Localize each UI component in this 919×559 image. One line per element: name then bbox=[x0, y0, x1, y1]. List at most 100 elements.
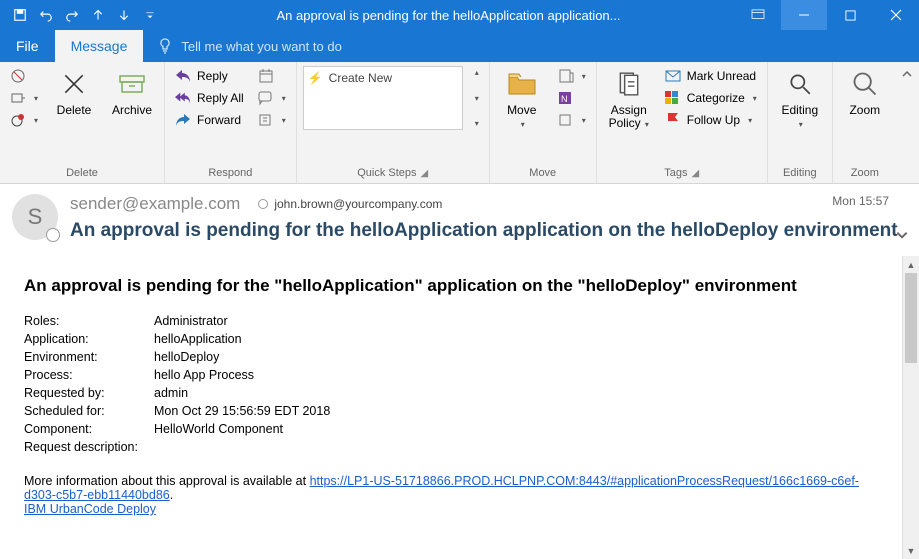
find-icon bbox=[784, 68, 816, 100]
window-title: An approval is pending for the helloAppl… bbox=[162, 8, 735, 23]
chat-icon bbox=[258, 90, 274, 106]
group-zoom: Zoom Zoom bbox=[833, 62, 897, 183]
forward-icon bbox=[175, 112, 191, 128]
move-icon bbox=[506, 68, 538, 100]
more-respond-button[interactable]: ▾ bbox=[254, 110, 290, 130]
maximize-button[interactable] bbox=[827, 0, 873, 30]
save-icon[interactable] bbox=[8, 3, 32, 27]
ribbon-tabs: File Message Tell me what you want to do bbox=[0, 30, 919, 62]
cleanup-button[interactable]: ▾ bbox=[6, 88, 42, 108]
group-delete: ▾ ▾ Delete Archive Delete bbox=[0, 62, 165, 183]
reply-all-icon bbox=[175, 90, 191, 106]
delete-icon bbox=[58, 68, 90, 100]
tab-file[interactable]: File bbox=[0, 30, 55, 62]
quick-access-toolbar bbox=[0, 3, 162, 27]
tab-message[interactable]: Message bbox=[55, 30, 144, 62]
mark-unread-button[interactable]: Mark Unread bbox=[661, 66, 761, 86]
assign-policy-button[interactable]: Assign Policy ▾ bbox=[603, 66, 655, 130]
quicksteps-up[interactable]: ▴ bbox=[469, 66, 483, 79]
next-item-icon[interactable] bbox=[112, 3, 136, 27]
reply-button[interactable]: Reply bbox=[171, 66, 248, 86]
reply-icon bbox=[175, 68, 191, 84]
ribbon: ▾ ▾ Delete Archive Delete Reply Reply Al… bbox=[0, 62, 919, 184]
vertical-scrollbar[interactable]: ▲ ▼ bbox=[902, 256, 919, 559]
redo-icon[interactable] bbox=[60, 3, 84, 27]
onenote-button[interactable]: N bbox=[554, 88, 590, 108]
ignore-button[interactable] bbox=[6, 66, 42, 86]
tell-me-search[interactable]: Tell me what you want to do bbox=[143, 30, 341, 62]
group-label-tags: Tags bbox=[664, 167, 687, 179]
more-icon bbox=[258, 112, 274, 128]
ribbon-display-icon[interactable] bbox=[735, 0, 781, 30]
titlebar: An approval is pending for the helloAppl… bbox=[0, 0, 919, 30]
ignore-icon bbox=[10, 68, 26, 84]
prev-item-icon[interactable] bbox=[86, 3, 110, 27]
received-time: Mon 15:57 bbox=[832, 194, 889, 208]
svg-text:N: N bbox=[561, 94, 568, 104]
zoom-button[interactable]: Zoom bbox=[839, 66, 891, 117]
minimize-button[interactable] bbox=[781, 0, 827, 30]
zoom-icon bbox=[849, 68, 881, 100]
expand-header-icon[interactable] bbox=[895, 228, 909, 245]
message-header: S sender@example.com john.brown@yourcomp… bbox=[0, 184, 919, 256]
scroll-up-icon[interactable]: ▲ bbox=[903, 256, 919, 273]
quickstep-create-new: Create New bbox=[329, 71, 392, 85]
archive-icon bbox=[116, 68, 148, 100]
scroll-thumb[interactable] bbox=[905, 273, 917, 363]
group-move: Move▾ ▾ N ▾ Move bbox=[490, 62, 597, 183]
group-label-delete: Delete bbox=[0, 165, 164, 183]
cleanup-icon bbox=[10, 90, 26, 106]
group-respond: Reply Reply All Forward ▾ ▾ Respond bbox=[165, 62, 297, 183]
scroll-down-icon[interactable]: ▼ bbox=[903, 542, 919, 559]
window-controls bbox=[735, 0, 919, 30]
group-label-move: Move bbox=[490, 165, 596, 183]
quicksteps-more[interactable]: ▾ bbox=[469, 117, 483, 130]
customize-qat-icon[interactable] bbox=[138, 3, 162, 27]
group-label-quicksteps: Quick Steps bbox=[357, 167, 416, 179]
reply-all-button[interactable]: Reply All bbox=[171, 88, 248, 108]
message-body[interactable]: An approval is pending for the "helloApp… bbox=[0, 256, 902, 559]
close-button[interactable] bbox=[873, 0, 919, 30]
group-editing: Editing▾ Editing bbox=[768, 62, 833, 183]
actions-icon bbox=[558, 112, 574, 128]
flag-icon bbox=[665, 112, 681, 128]
editing-button[interactable]: Editing▾ bbox=[774, 66, 826, 130]
follow-up-button[interactable]: Follow Up▾ bbox=[661, 110, 761, 130]
group-quicksteps: ⚡ Create New ▴ ▾ ▾ Quick Steps ◢ bbox=[297, 62, 490, 183]
delete-button[interactable]: Delete bbox=[48, 66, 100, 117]
junk-button[interactable]: ▾ bbox=[6, 110, 42, 130]
archive-button[interactable]: Archive bbox=[106, 66, 158, 117]
field-table: Roles:Administrator Application:helloApp… bbox=[24, 312, 878, 456]
tell-me-label: Tell me what you want to do bbox=[181, 39, 341, 54]
im-button[interactable]: ▾ bbox=[254, 88, 290, 108]
recipient-chip: john.brown@yourcompany.com bbox=[258, 197, 442, 211]
meeting-icon bbox=[258, 68, 274, 84]
sender-address: sender@example.com bbox=[70, 194, 240, 214]
meeting-button[interactable] bbox=[254, 66, 290, 86]
message-subject: An approval is pending for the helloAppl… bbox=[70, 220, 907, 242]
rules-icon bbox=[558, 68, 574, 84]
scroll-track[interactable] bbox=[903, 273, 919, 542]
group-label-editing: Editing bbox=[768, 165, 832, 183]
lightning-icon: ⚡ bbox=[308, 71, 323, 85]
undo-icon[interactable] bbox=[34, 3, 58, 27]
junk-icon bbox=[10, 112, 26, 128]
quicksteps-down[interactable]: ▾ bbox=[469, 92, 483, 105]
group-label-zoom: Zoom bbox=[833, 165, 897, 183]
lightbulb-icon bbox=[157, 38, 173, 54]
categorize-button[interactable]: Categorize▾ bbox=[661, 88, 761, 108]
body-heading: An approval is pending for the "helloApp… bbox=[24, 276, 878, 296]
collapse-ribbon-icon[interactable] bbox=[897, 62, 919, 183]
actions-button[interactable]: ▾ bbox=[554, 110, 590, 130]
more-info-line: More information about this approval is … bbox=[24, 474, 878, 516]
policy-icon bbox=[613, 68, 645, 100]
product-link[interactable]: IBM UrbanCode Deploy bbox=[24, 502, 156, 516]
rules-button[interactable]: ▾ bbox=[554, 66, 590, 86]
quicksteps-gallery[interactable]: ⚡ Create New bbox=[303, 66, 463, 130]
group-label-respond: Respond bbox=[165, 165, 296, 183]
forward-button[interactable]: Forward bbox=[171, 110, 248, 130]
tags-launcher-icon[interactable]: ◢ bbox=[692, 168, 700, 179]
quicksteps-launcher-icon[interactable]: ◢ bbox=[421, 168, 429, 179]
categorize-icon bbox=[665, 90, 681, 106]
move-button[interactable]: Move▾ bbox=[496, 66, 548, 130]
